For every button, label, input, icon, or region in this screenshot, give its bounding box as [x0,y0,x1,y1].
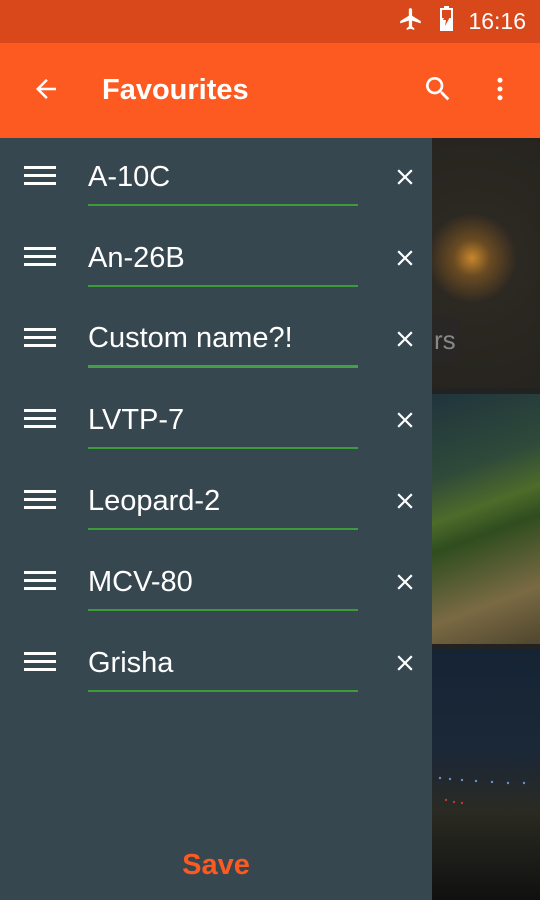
runway-lights-image [438,776,526,805]
favourite-name-input[interactable] [88,480,358,530]
page-title: Favourites [102,74,249,106]
favourite-name-input[interactable] [88,642,358,692]
close-icon [392,650,418,681]
close-icon [392,488,418,519]
favourites-drawer: Save [0,138,432,900]
gallery-tile[interactable] [432,650,540,900]
status-time: 16:16 [468,8,526,34]
more-options-button[interactable] [476,67,524,115]
favourite-name-input[interactable] [88,318,358,368]
remove-button[interactable] [386,484,424,522]
favourite-name-input[interactable] [88,561,358,611]
list-item [0,462,432,543]
airplane-mode-icon [398,6,424,37]
remove-button[interactable] [386,403,424,441]
remove-button[interactable] [386,322,424,360]
list-item [0,381,432,462]
search-button[interactable] [414,67,462,115]
remove-button[interactable] [386,241,424,279]
close-icon [392,245,418,276]
list-item [0,543,432,624]
close-icon [392,569,418,600]
drag-handle-icon[interactable] [24,652,58,676]
gallery-tile[interactable] [432,394,540,644]
close-icon [392,407,418,438]
drag-handle-icon[interactable] [24,166,58,190]
drag-handle-icon[interactable] [24,247,58,271]
save-button[interactable]: Save [0,838,432,892]
favourite-name-input[interactable] [88,156,358,206]
gallery-tile[interactable]: rs [432,138,540,388]
app-bar: Favourites [0,43,540,138]
status-icons: 16:16 [398,0,526,43]
favourite-name-input[interactable] [88,399,358,449]
close-icon [392,164,418,195]
close-icon [392,326,418,357]
back-button[interactable] [22,67,70,115]
list-item [0,138,432,219]
drag-handle-icon[interactable] [24,328,58,352]
favourite-name-input[interactable] [88,237,358,287]
list-item [0,300,432,381]
list-item [0,624,432,705]
tile-label: rs [432,318,460,362]
status-bar: 16:16 [0,0,540,43]
remove-button[interactable] [386,646,424,684]
drag-handle-icon[interactable] [24,409,58,433]
drag-handle-icon[interactable] [24,490,58,514]
drag-handle-icon[interactable] [24,571,58,595]
more-vert-icon [485,74,515,109]
back-arrow-icon [31,74,61,109]
remove-button[interactable] [386,160,424,198]
list-item [0,219,432,300]
search-icon [422,73,454,110]
battery-charging-icon [438,6,454,37]
background-gallery: rs [432,138,540,900]
remove-button[interactable] [386,565,424,603]
